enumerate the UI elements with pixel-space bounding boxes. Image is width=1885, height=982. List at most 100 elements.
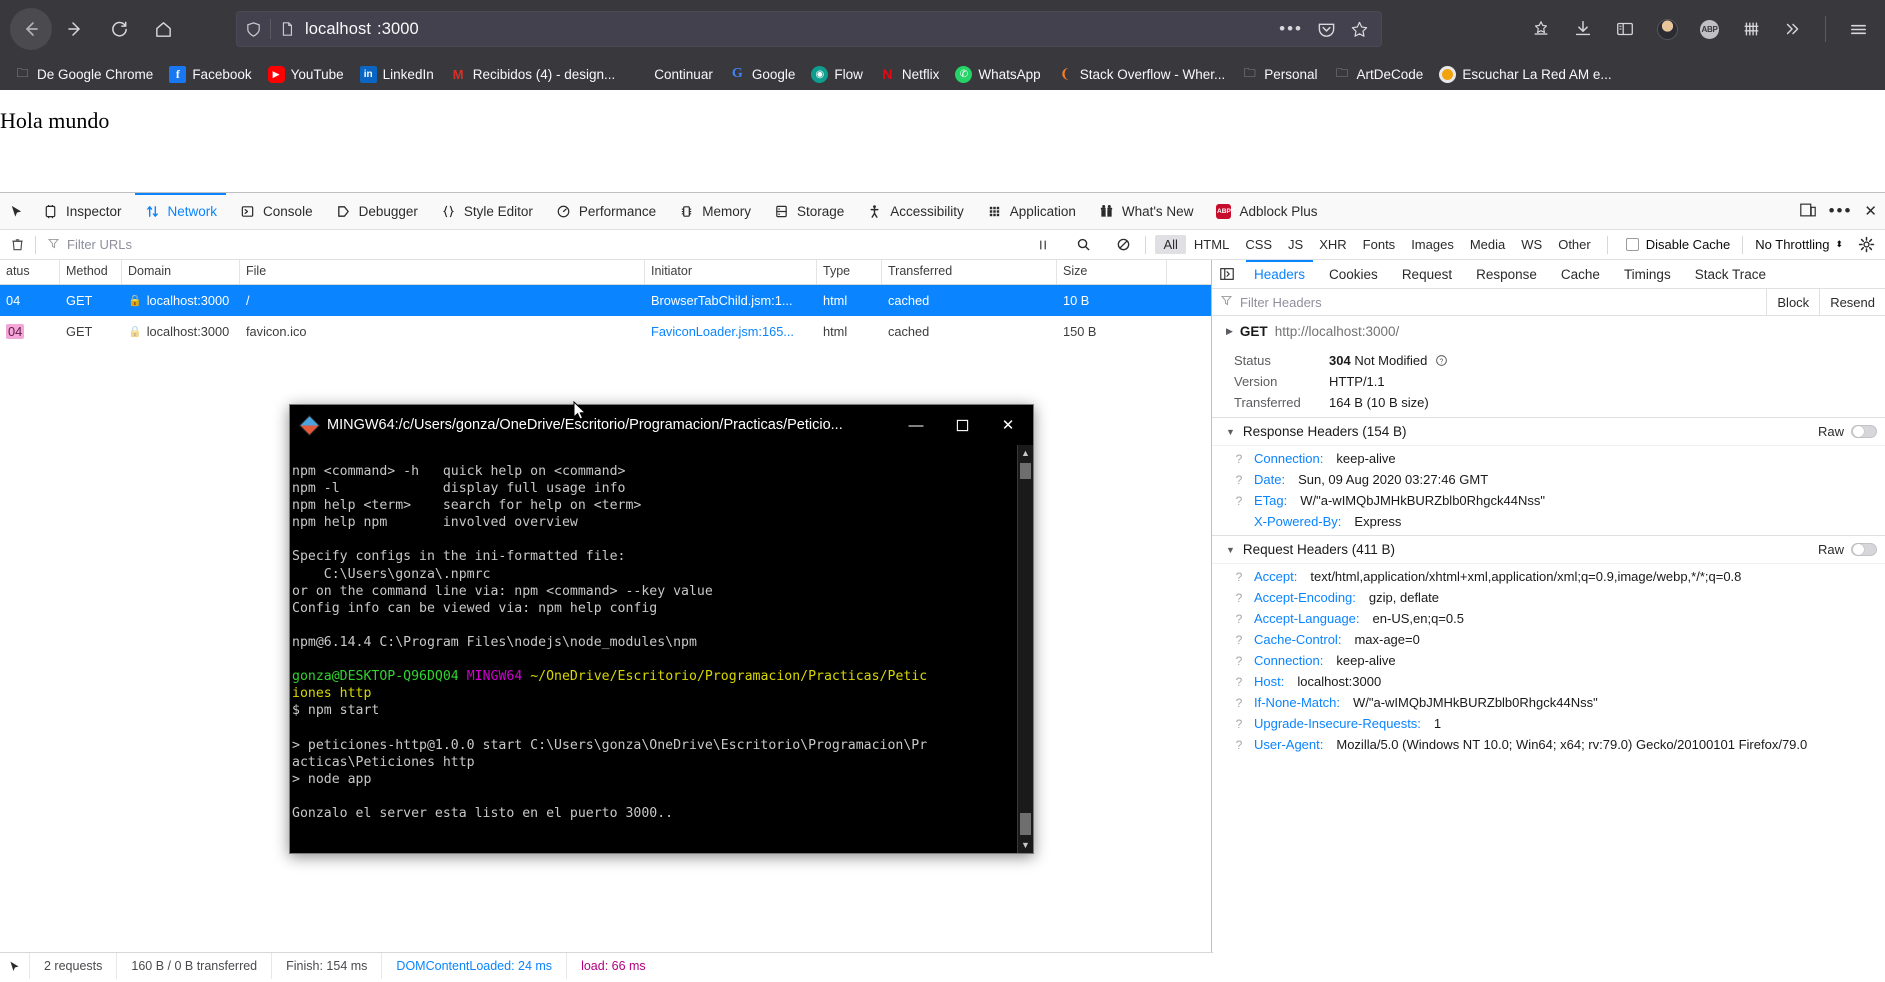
bookmark-item[interactable]: f Facebook bbox=[161, 63, 259, 86]
tab-performance[interactable]: Performance bbox=[544, 193, 667, 230]
tab-whats-new[interactable]: What's New bbox=[1087, 193, 1205, 230]
raw-toggle[interactable]: Raw bbox=[1818, 542, 1877, 557]
page-info-icon[interactable] bbox=[279, 21, 295, 37]
downloads-icon[interactable] bbox=[1573, 19, 1593, 39]
tab-timings[interactable]: Timings bbox=[1612, 260, 1683, 289]
scroll-down-icon[interactable]: ▼ bbox=[1018, 837, 1033, 853]
tab-storage[interactable]: Storage bbox=[762, 193, 855, 230]
help-icon[interactable]: ? bbox=[1232, 633, 1246, 647]
block-icon[interactable] bbox=[1110, 233, 1136, 257]
disable-cache-checkbox[interactable]: Disable Cache bbox=[1616, 237, 1741, 252]
pocket-icon[interactable] bbox=[1317, 20, 1336, 39]
scroll-up-icon[interactable]: ▲ bbox=[1018, 445, 1033, 461]
help-icon[interactable]: ? bbox=[1232, 675, 1246, 689]
scrollbar-thumb[interactable] bbox=[1020, 813, 1031, 835]
bookmark-item[interactable]: 🗀 Personal bbox=[1233, 63, 1325, 86]
filter-type-js[interactable]: JS bbox=[1280, 235, 1311, 254]
close-devtools-icon[interactable]: ✕ bbox=[1864, 202, 1877, 220]
bookmark-star-box-icon[interactable] bbox=[1531, 19, 1551, 39]
tab-headers[interactable]: Headers bbox=[1242, 259, 1317, 289]
gear-icon[interactable] bbox=[1853, 233, 1879, 257]
filter-type-css[interactable]: CSS bbox=[1237, 235, 1280, 254]
devtools-menu-icon[interactable]: ••• bbox=[1829, 202, 1853, 219]
column-initiator[interactable]: Initiator bbox=[645, 260, 817, 284]
grid-icon[interactable] bbox=[1741, 19, 1761, 39]
filter-type-fonts[interactable]: Fonts bbox=[1355, 235, 1404, 254]
close-button[interactable]: ✕ bbox=[985, 406, 1031, 444]
sidebar-icon[interactable] bbox=[1615, 19, 1635, 39]
filter-urls-input[interactable]: Filter URLs bbox=[41, 237, 281, 253]
tab-debugger[interactable]: Debugger bbox=[324, 193, 429, 230]
bookmark-item[interactable]: 🗀 De Google Chrome bbox=[6, 63, 161, 86]
shield-icon[interactable] bbox=[245, 21, 262, 38]
tab-console[interactable]: Console bbox=[228, 193, 324, 230]
tab-cache[interactable]: Cache bbox=[1549, 260, 1612, 289]
help-icon[interactable]: ? bbox=[1232, 717, 1246, 731]
bookmark-item[interactable]: in LinkedIn bbox=[352, 63, 442, 86]
responsive-design-icon[interactable] bbox=[1799, 201, 1817, 222]
help-icon[interactable]: ? bbox=[1232, 452, 1246, 466]
bookmark-item[interactable]: ◉ Flow bbox=[803, 63, 871, 86]
column-status[interactable]: atus bbox=[0, 260, 60, 284]
expand-pane-icon[interactable] bbox=[1214, 263, 1240, 285]
response-headers-section-title[interactable]: ▼ Response Headers (154 B) Raw bbox=[1212, 417, 1885, 446]
toggle-switch[interactable] bbox=[1851, 425, 1877, 438]
search-icon[interactable] bbox=[1070, 233, 1096, 257]
column-file[interactable]: File bbox=[240, 260, 645, 284]
help-icon[interactable]: ? bbox=[1232, 591, 1246, 605]
account-avatar[interactable] bbox=[1657, 18, 1678, 40]
bookmark-item[interactable]: Continuar bbox=[623, 63, 721, 86]
pick-element-button[interactable] bbox=[0, 193, 31, 230]
reload-button[interactable] bbox=[98, 8, 140, 50]
tab-cookies[interactable]: Cookies bbox=[1317, 260, 1390, 289]
help-icon[interactable]: ? bbox=[1232, 738, 1246, 752]
request-headers-section-title[interactable]: ▼ Request Headers (411 B) Raw bbox=[1212, 535, 1885, 564]
table-row[interactable]: 04 GET 🔒 localhost:3000 / BrowserTabChil… bbox=[0, 285, 1211, 316]
bookmark-item[interactable]: M Recibidos (4) - design... bbox=[442, 63, 624, 86]
filter-headers-input[interactable]: Filter Headers bbox=[1240, 295, 1322, 310]
terminal-scrollbar[interactable]: ▲ ▼ bbox=[1017, 445, 1033, 853]
filter-type-ws[interactable]: WS bbox=[1513, 235, 1550, 254]
raw-toggle[interactable]: Raw bbox=[1818, 424, 1877, 439]
tab-adblock-plus[interactable]: ABP Adblock Plus bbox=[1204, 193, 1328, 230]
help-icon[interactable]: ? bbox=[1232, 654, 1246, 668]
bookmark-item[interactable]: ▶ YouTube bbox=[260, 63, 352, 86]
tab-request[interactable]: Request bbox=[1390, 260, 1464, 289]
bookmark-star-icon[interactable] bbox=[1350, 20, 1369, 39]
throttling-select[interactable]: No Throttling ⬍ bbox=[1745, 237, 1853, 252]
home-button[interactable] bbox=[142, 8, 184, 50]
toggle-switch[interactable] bbox=[1851, 543, 1877, 556]
request-url-row[interactable]: ▶ GET http://localhost:3000/ bbox=[1212, 316, 1885, 347]
tab-memory[interactable]: Memory bbox=[667, 193, 762, 230]
tab-style-editor[interactable]: Style Editor bbox=[429, 193, 544, 230]
filter-type-all[interactable]: All bbox=[1155, 235, 1186, 254]
tab-response[interactable]: Response bbox=[1464, 260, 1549, 289]
terminal-body[interactable]: npm <command> -h quick help on <command>… bbox=[290, 401, 1033, 853]
trash-icon[interactable] bbox=[4, 233, 30, 257]
bookmark-item[interactable]: Escuchar La Red AM e... bbox=[1431, 63, 1619, 86]
column-size[interactable]: Size bbox=[1057, 260, 1167, 284]
help-icon[interactable]: ? bbox=[1232, 473, 1246, 487]
chevron-right-icon[interactable]: ▶ bbox=[1226, 326, 1233, 337]
pause-icon[interactable] bbox=[1030, 233, 1056, 257]
bookmark-item[interactable]: G Google bbox=[721, 63, 804, 86]
bookmark-item[interactable]: ✆ WhatsApp bbox=[947, 63, 1048, 86]
help-icon[interactable]: ? bbox=[1232, 494, 1246, 508]
maximize-button[interactable] bbox=[939, 406, 985, 444]
filter-type-media[interactable]: Media bbox=[1462, 235, 1513, 254]
terminal-titlebar[interactable]: MINGW64:/c/Users/gonza/OneDrive/Escritor… bbox=[290, 405, 1033, 445]
address-bar[interactable]: localhost:3000 ••• bbox=[236, 11, 1382, 47]
block-button[interactable]: Block bbox=[1766, 288, 1819, 316]
adblock-plus-icon[interactable]: ABP bbox=[1700, 19, 1719, 39]
filter-type-html[interactable]: HTML bbox=[1186, 235, 1237, 254]
tab-accessibility[interactable]: Accessibility bbox=[855, 193, 975, 230]
tab-network[interactable]: Network bbox=[133, 192, 229, 230]
terminal-window[interactable]: MINGW64:/c/Users/gonza/OneDrive/Escritor… bbox=[289, 401, 1034, 854]
forward-button[interactable] bbox=[54, 8, 96, 50]
hamburger-menu-icon[interactable] bbox=[1848, 19, 1869, 40]
help-icon[interactable]: ? bbox=[1232, 570, 1246, 584]
scrollbar-thumb-top[interactable] bbox=[1020, 463, 1031, 479]
table-row[interactable]: 04 GET 🔒 localhost:3000 favicon.ico Favi… bbox=[0, 316, 1211, 347]
column-method[interactable]: Method bbox=[60, 260, 122, 284]
column-domain[interactable]: Domain bbox=[122, 260, 240, 284]
